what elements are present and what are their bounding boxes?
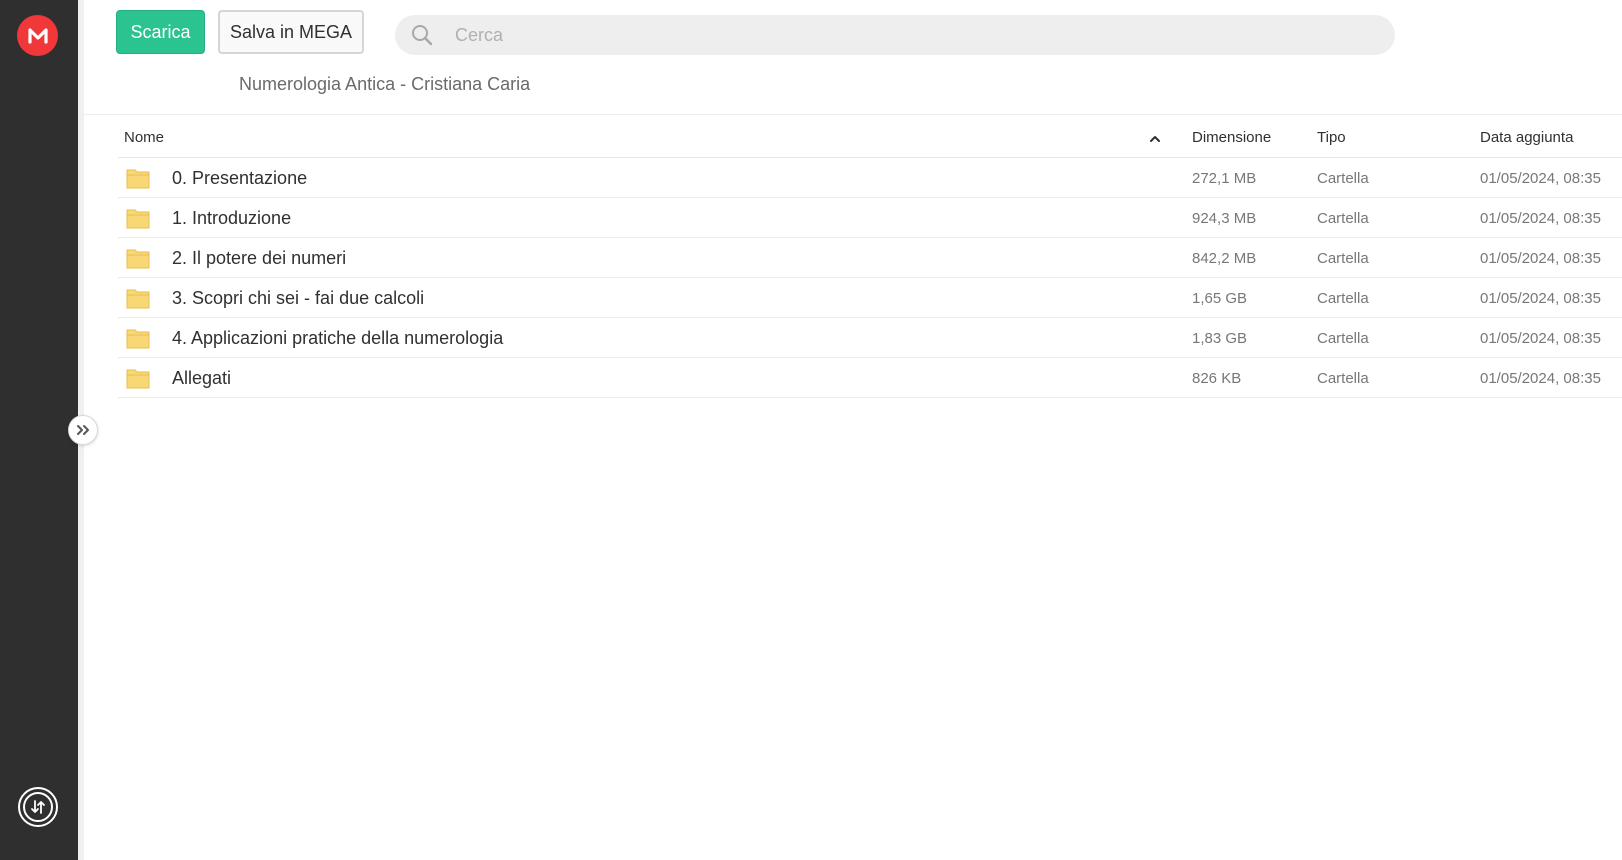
row-size: 1,83 GB [1192,329,1248,347]
folder-icon [126,358,150,398]
row-date: 01/05/2024, 08:35 [1480,249,1601,267]
table-row[interactable]: 2. Il potere dei numeri 842,2 MB Cartell… [118,238,1622,278]
column-header-name[interactable]: Nome [124,129,164,146]
table-header: Nome Dimensione Tipo Data aggiunta [118,117,1622,158]
row-type: Cartella [1317,169,1369,187]
table-row[interactable]: 0. Presentazione 272,1 MB Cartella 01/05… [118,158,1622,198]
row-name: Allegati [172,367,232,388]
row-date: 01/05/2024, 08:35 [1480,289,1601,307]
row-name: 4. Applicazioni pratiche della numerolog… [172,327,504,348]
row-size: 272,1 MB [1192,169,1257,187]
folder-icon [126,278,150,318]
download-button[interactable]: Scarica [116,10,205,54]
row-date: 01/05/2024, 08:35 [1480,209,1601,227]
column-header-date[interactable]: Data aggiunta [1480,129,1573,146]
left-sidebar [0,0,78,860]
row-size: 842,2 MB [1192,249,1257,267]
row-name: 3. Scopri chi sei - fai due calcoli [172,287,425,308]
table-row[interactable]: 4. Applicazioni pratiche della numerolog… [118,318,1622,358]
double-chevron-right-icon[interactable] [68,415,98,445]
row-date: 01/05/2024, 08:35 [1480,329,1601,347]
row-type: Cartella [1317,289,1369,307]
chevron-up-icon[interactable] [1149,131,1161,148]
row-size: 826 KB [1192,369,1242,387]
row-name: 1. Introduzione [172,207,292,228]
row-type: Cartella [1317,209,1369,227]
column-header-type[interactable]: Tipo [1317,129,1346,146]
folder-icon [126,198,150,238]
row-size: 1,65 GB [1192,289,1248,307]
table-row[interactable]: 1. Introduzione 924,3 MB Cartella 01/05/… [118,198,1622,238]
breadcrumb: Numerologia Antica - Cristiana Caria [239,74,531,94]
row-date: 01/05/2024, 08:35 [1480,369,1601,387]
table-row[interactable]: 3. Scopri chi sei - fai due calcoli 1,65… [118,278,1622,318]
row-name: 0. Presentazione [172,167,308,188]
column-header-size[interactable]: Dimensione [1192,129,1271,146]
table-row[interactable]: Allegati 826 KB Cartella 01/05/2024, 08:… [118,358,1622,398]
file-list: Nome Dimensione Tipo Data aggiunta 0. Pr… [118,117,1622,398]
folder-icon [126,318,150,358]
search-input[interactable] [455,24,1355,46]
folder-icon [126,238,150,278]
search-bar[interactable] [395,15,1395,55]
row-date: 01/05/2024, 08:35 [1480,169,1601,187]
row-type: Cartella [1317,329,1369,347]
row-name: 2. Il potere dei numeri [172,247,347,268]
mega-logo-icon[interactable] [17,15,58,56]
search-icon [409,22,435,48]
transfer-icon[interactable] [18,787,58,827]
row-size: 924,3 MB [1192,209,1257,227]
row-type: Cartella [1317,249,1369,267]
header-divider [84,114,1622,115]
folder-icon [126,158,150,198]
row-type: Cartella [1317,369,1369,387]
save-to-mega-button[interactable]: Salva in MEGA [218,10,364,54]
